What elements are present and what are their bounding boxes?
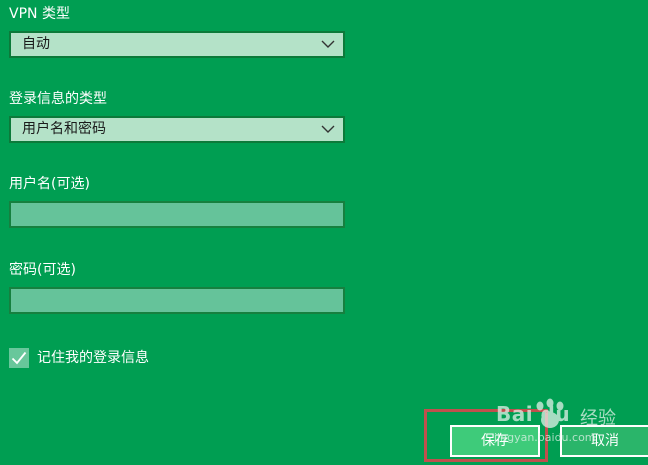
baidu-jingyan-watermark: Bai du 经验 jingyan.baidu.com bbox=[472, 396, 648, 456]
checkmark-icon bbox=[11, 351, 27, 365]
password-label: 密码(可选) bbox=[9, 262, 76, 278]
signin-type-label: 登录信息的类型 bbox=[9, 91, 107, 107]
vpn-type-selected-value: 自动 bbox=[22, 36, 50, 52]
watermark-url-text: jingyan.baidu.com bbox=[494, 431, 596, 444]
chevron-down-icon bbox=[321, 40, 335, 48]
signin-type-dropdown[interactable]: 用户名和密码 bbox=[9, 116, 345, 143]
username-label: 用户名(可选) bbox=[9, 176, 90, 192]
remember-signin-label: 记住我的登录信息 bbox=[37, 350, 149, 366]
vpn-type-label: VPN 类型 bbox=[9, 6, 70, 22]
username-input[interactable] bbox=[9, 201, 345, 228]
signin-type-selected-value: 用户名和密码 bbox=[22, 121, 106, 137]
remember-signin-checkbox[interactable] bbox=[9, 348, 29, 368]
vpn-type-dropdown[interactable]: 自动 bbox=[9, 31, 345, 58]
watermark-logo-text: Bai du bbox=[496, 402, 571, 426]
password-input[interactable] bbox=[9, 287, 345, 314]
watermark-suffix-text: 经验 bbox=[580, 408, 616, 429]
chevron-down-icon bbox=[321, 125, 335, 133]
